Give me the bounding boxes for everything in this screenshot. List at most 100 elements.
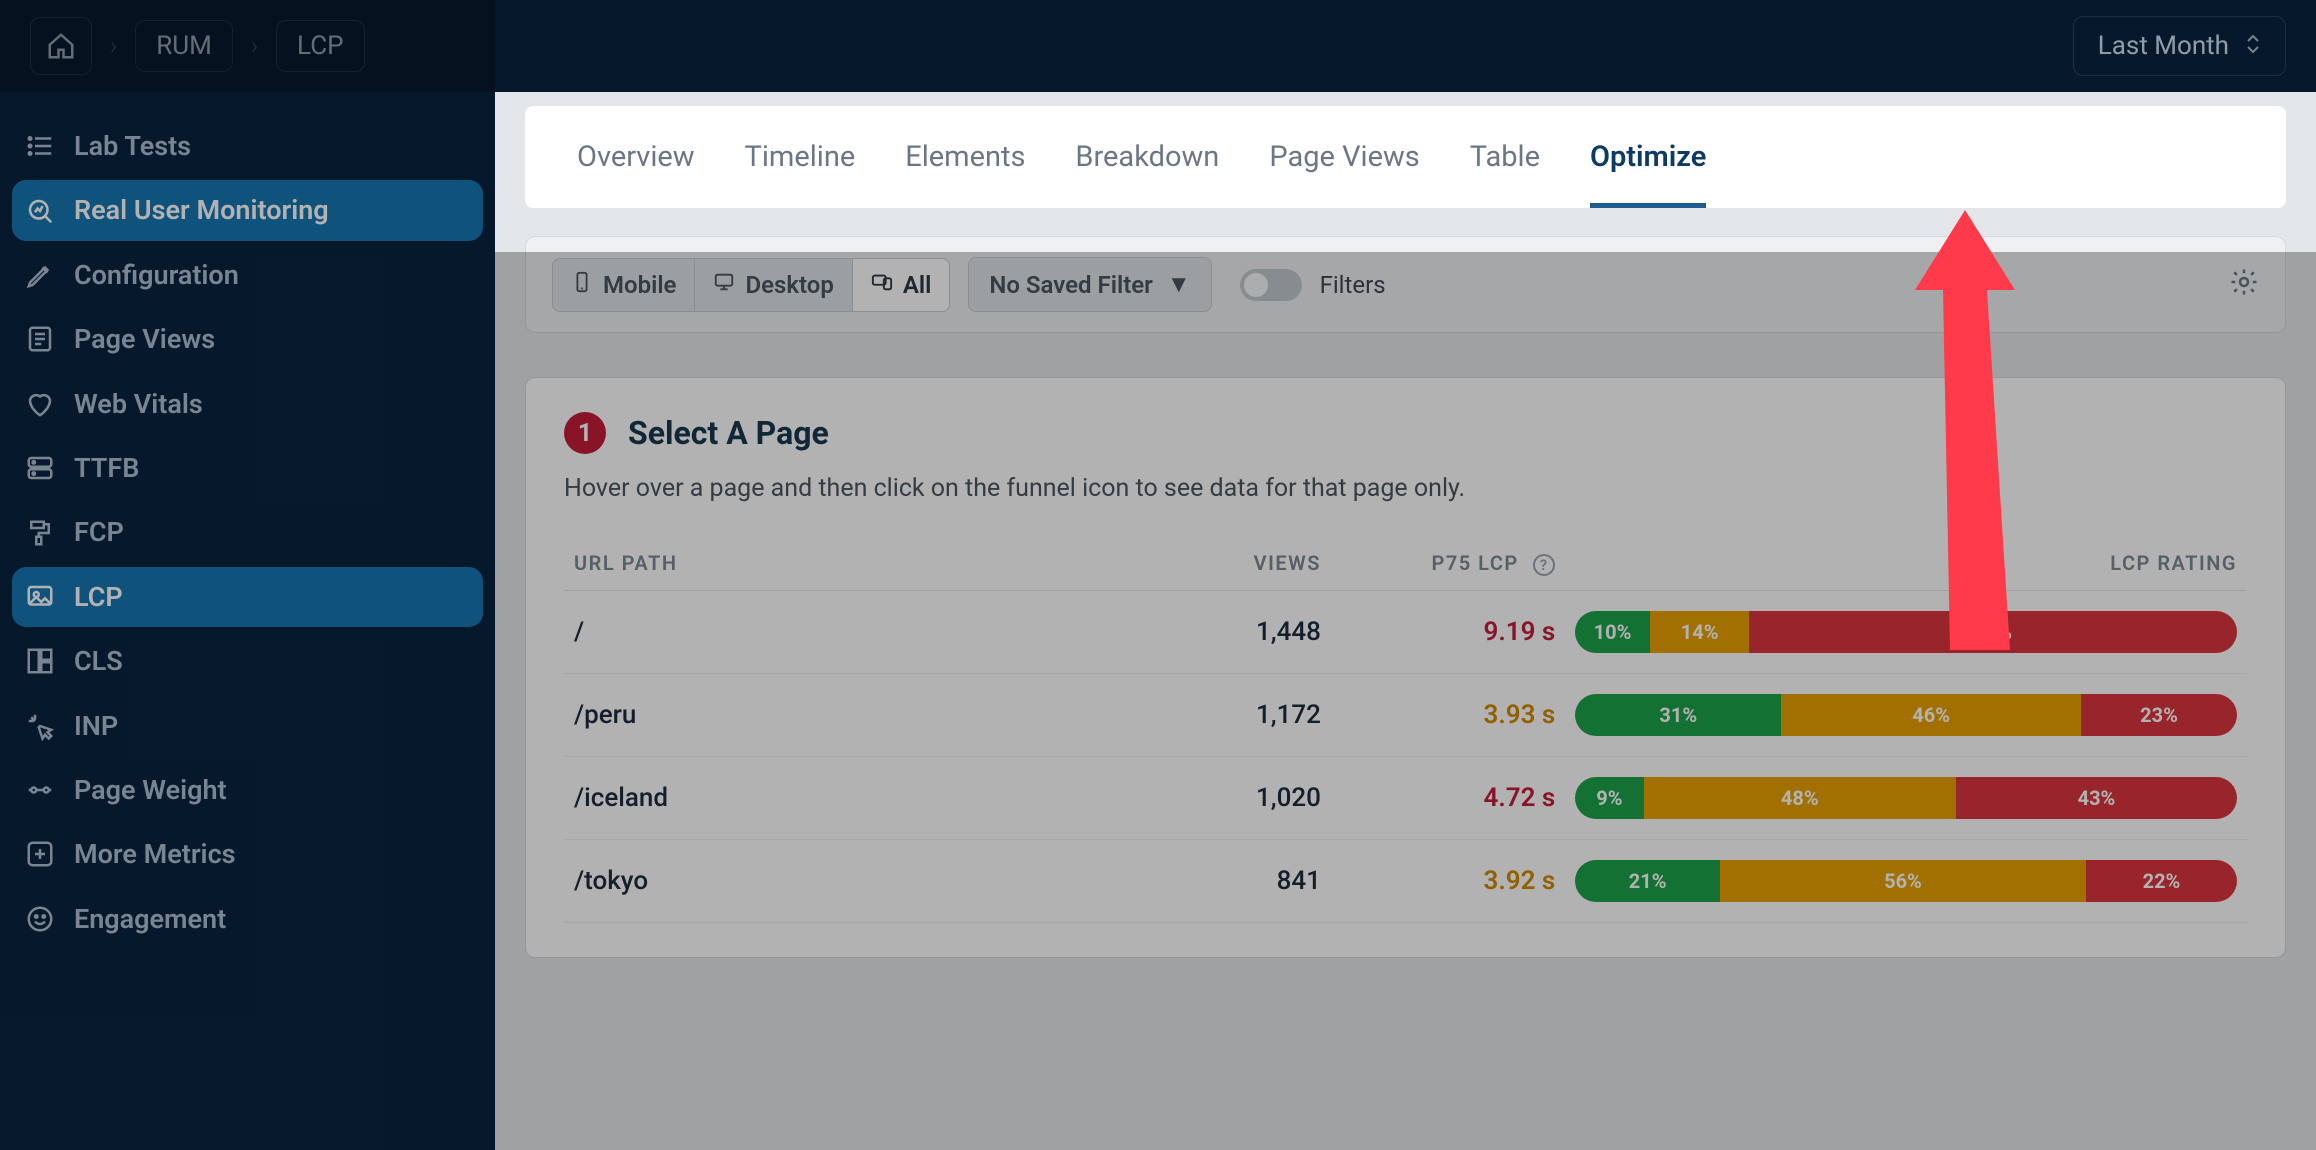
cell-lcp-rating: 10%14%76% <box>1565 590 2247 673</box>
col-p75-lcp[interactable]: P75 LCP ? <box>1331 537 1565 590</box>
rating-ni: 14% <box>1650 611 1750 653</box>
breadcrumb-rum[interactable]: RUM <box>135 20 233 72</box>
sidebar-item-label: Real User Monitoring <box>74 194 329 226</box>
col-views[interactable]: VIEWS <box>1118 537 1331 590</box>
device-desktop[interactable]: Desktop <box>695 259 852 311</box>
rating-poor: 76% <box>1749 611 2237 653</box>
sidebar-item-label: Lab Tests <box>74 130 191 162</box>
sidebar-item-real-user-monitoring[interactable]: Real User Monitoring <box>12 180 483 240</box>
tab-elements[interactable]: Elements <box>905 140 1025 208</box>
col-lcp-rating[interactable]: LCP RATING <box>1565 537 2247 590</box>
table-row[interactable]: /tokyo8413.92 s21%56%22% <box>564 839 2247 922</box>
date-range-label: Last Month <box>2098 31 2229 61</box>
filters-label: Filters <box>1320 271 1386 299</box>
col-url[interactable]: URL PATH <box>564 537 1118 590</box>
rating-bar: 10%14%76% <box>1575 611 2237 653</box>
sidebar-item-label: TTFB <box>74 452 139 484</box>
cell-p75-lcp: 3.92 s <box>1331 839 1565 922</box>
toggle-knob <box>1244 273 1268 297</box>
settings-button[interactable] <box>2229 267 2259 302</box>
main-content: Overview Timeline Elements Breakdown Page Vi… <box>495 92 2316 1150</box>
rating-poor: 22% <box>2086 860 2237 902</box>
heart-icon <box>24 388 56 420</box>
top-bar: › RUM › LCP Last Month <box>0 0 2316 92</box>
cell-url: /iceland <box>564 756 1118 839</box>
desktop-icon <box>713 271 735 299</box>
cell-views: 841 <box>1118 839 1331 922</box>
sidebar-item-label: FCP <box>74 516 124 548</box>
device-all[interactable]: All <box>853 259 950 311</box>
gear-icon <box>2229 278 2259 302</box>
tab-page-views[interactable]: Page Views <box>1269 140 1419 208</box>
rating-bar: 31%46%23% <box>1575 694 2237 736</box>
plus-icon <box>24 838 56 870</box>
sidebar-item-configuration[interactable]: Configuration <box>12 245 483 305</box>
engage-icon <box>24 903 56 935</box>
filters-toggle[interactable] <box>1240 269 1302 301</box>
sidebar-item-more-metrics[interactable]: More Metrics <box>12 824 483 884</box>
sidebar-item-page-views[interactable]: Page Views <box>12 309 483 369</box>
sort-icon <box>2245 34 2261 59</box>
filter-bar: Mobile Desktop All No Saved Filter ▼ Filte… <box>525 236 2286 333</box>
rating-ni: 46% <box>1781 694 2081 736</box>
rating-poor: 43% <box>1956 777 2237 819</box>
sidebar-item-web-vitals[interactable]: Web Vitals <box>12 374 483 434</box>
table-row[interactable]: /peru1,1723.93 s31%46%23% <box>564 673 2247 756</box>
device-label: All <box>903 271 932 299</box>
help-icon[interactable]: ? <box>1533 554 1555 576</box>
list-icon <box>24 130 56 162</box>
table-row[interactable]: /1,4489.19 s10%14%76% <box>564 590 2247 673</box>
devices-icon <box>871 271 893 299</box>
sidebar-item-cls[interactable]: CLS <box>12 631 483 691</box>
cell-views: 1,172 <box>1118 673 1331 756</box>
cell-p75-lcp: 9.19 s <box>1331 590 1565 673</box>
rating-ni: 56% <box>1720 860 2086 902</box>
date-range-picker[interactable]: Last Month <box>2073 16 2286 76</box>
pencil-icon <box>24 259 56 291</box>
sidebar-item-page-weight[interactable]: Page Weight <box>12 760 483 820</box>
sidebar-item-ttfb[interactable]: TTFB <box>12 438 483 498</box>
page-icon <box>24 323 56 355</box>
tab-optimize[interactable]: Optimize <box>1590 140 1706 208</box>
step-badge: 1 <box>564 412 606 454</box>
sidebar-item-label: INP <box>74 710 118 742</box>
cell-p75-lcp: 3.93 s <box>1331 673 1565 756</box>
device-segment: Mobile Desktop All <box>552 258 950 312</box>
table-row[interactable]: /iceland1,0204.72 s9%48%43% <box>564 756 2247 839</box>
breadcrumb-lcp[interactable]: LCP <box>276 20 365 72</box>
device-mobile[interactable]: Mobile <box>553 259 695 311</box>
sidebar-item-label: CLS <box>74 645 123 677</box>
tab-table[interactable]: Table <box>1470 140 1540 208</box>
sidebar-item-lab-tests[interactable]: Lab Tests <box>12 116 483 176</box>
tab-overview[interactable]: Overview <box>577 140 695 208</box>
layout-icon <box>24 645 56 677</box>
chevron-right-icon: › <box>245 32 264 60</box>
device-label: Mobile <box>603 271 676 299</box>
cell-lcp-rating: 21%56%22% <box>1565 839 2247 922</box>
sidebar-item-engagement[interactable]: Engagement <box>12 889 483 949</box>
sidebar-item-lcp[interactable]: LCP <box>12 567 483 627</box>
rating-bar: 9%48%43% <box>1575 777 2237 819</box>
card-title: Select A Page <box>628 414 829 452</box>
rating-good: 10% <box>1575 611 1650 653</box>
tab-timeline[interactable]: Timeline <box>745 140 856 208</box>
cell-lcp-rating: 9%48%43% <box>1565 756 2247 839</box>
tab-breakdown[interactable]: Breakdown <box>1075 140 1219 208</box>
sidebar-item-inp[interactable]: INP <box>12 696 483 756</box>
saved-filter-dropdown[interactable]: No Saved Filter ▼ <box>968 257 1211 312</box>
mobile-icon <box>571 271 593 299</box>
breadcrumb-home[interactable] <box>30 17 92 75</box>
rating-good: 9% <box>1575 777 1643 819</box>
sidebar-item-label: LCP <box>74 581 123 613</box>
sidebar: Lab Tests Real User Monitoring Configurati… <box>0 92 495 1150</box>
caret-down-icon: ▼ <box>1167 270 1191 299</box>
weight-icon <box>24 774 56 806</box>
sidebar-item-label: Engagement <box>74 903 226 935</box>
rating-good: 31% <box>1575 694 1781 736</box>
sidebar-item-label: Web Vitals <box>74 388 203 420</box>
sidebar-item-fcp[interactable]: FCP <box>12 502 483 562</box>
paint-icon <box>24 517 56 549</box>
saved-filter-label: No Saved Filter <box>989 271 1152 299</box>
cell-views: 1,020 <box>1118 756 1331 839</box>
cell-url: / <box>564 590 1118 673</box>
